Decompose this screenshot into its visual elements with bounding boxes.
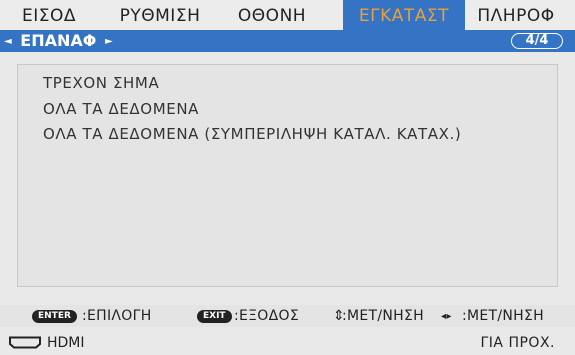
advanced-info-label: ΓΙΑ ΠΡΟΧ. <box>480 335 555 351</box>
key-hint-bar: ENTER :ΕΠΙΛΟΓΗ EXIT :ΕΞΟΔΟΣ ⇕ :ΜΕΤ/ΝΗΣΗ … <box>0 305 575 327</box>
submenu-bar: ◄ ΕΠΑΝΑΦ ► 4/4 <box>0 30 575 52</box>
hdmi-connector-icon <box>8 336 42 353</box>
updown-hint-label: :ΜΕΤ/ΝΗΣΗ <box>342 308 424 324</box>
option-all-data-including-entry-list[interactable]: ΟΛΑ ΤΑ ΔΕΔΟΜΕΝΑ (ΣΥΜΠΕΡΙΛΗΨΗ ΚΑΤΑΛ. ΚΑΤΑ… <box>43 125 461 143</box>
submenu-nav[interactable]: ◄ ΕΠΑΝΑΦ ► <box>4 30 113 52</box>
tab-info[interactable]: ΠΛΗΡΟΦ <box>470 0 562 30</box>
right-arrow-icon[interactable]: ► <box>105 36 113 47</box>
osd-menu: ΕΙΣΟΔ ΡΥΘΜΙΣΗ ΟΘΟΝΗ ΕΓΚΑΤΑΣΤ ΠΛΗΡΟΦ ◄ ΕΠ… <box>0 0 575 355</box>
menu-tab-bar: ΕΙΣΟΔ ΡΥΘΜΙΣΗ ΟΘΟΝΗ ΕΓΚΑΤΑΣΤ ΠΛΗΡΟΦ <box>0 0 575 30</box>
leftright-hint-label: :ΜΕΤ/ΝΗΣΗ <box>462 308 544 324</box>
option-all-data[interactable]: ΟΛΑ ΤΑ ΔΕΔΟΜΕΝΑ <box>43 100 199 118</box>
reset-options-panel: ΤΡΕΧΟΝ ΣΗΜΑ ΟΛΑ ΤΑ ΔΕΔΟΜΕΝΑ ΟΛΑ ΤΑ ΔΕΔΟΜ… <box>17 64 558 287</box>
tab-installation[interactable]: ΕΓΚΑΤΑΣΤ <box>343 0 465 30</box>
submenu-title: ΕΠΑΝΑΦ <box>20 31 97 50</box>
left-arrow-icon[interactable]: ◄ <box>4 36 12 47</box>
exit-key-icon: EXIT <box>197 310 232 323</box>
tab-input[interactable]: ΕΙΣΟΔ <box>8 0 90 30</box>
option-current-signal[interactable]: ΤΡΕΧΟΝ ΣΗΜΑ <box>43 74 159 92</box>
leftright-arrows-icon: ◂▸ <box>441 311 452 322</box>
tab-setup[interactable]: ΡΥΘΜΙΣΗ <box>112 0 208 30</box>
page-indicator: 4/4 <box>511 33 563 49</box>
tab-display[interactable]: ΟΘΟΝΗ <box>227 0 317 30</box>
status-bar: HDMI ΓΙΑ ΠΡΟΧ. <box>0 331 575 355</box>
enter-hint-label: :ΕΠΙΛΟΓΗ <box>82 308 152 324</box>
input-source-label: HDMI <box>47 335 85 351</box>
enter-key-icon: ENTER <box>32 310 77 323</box>
exit-hint-label: :ΕΞΟΔΟΣ <box>234 308 299 324</box>
